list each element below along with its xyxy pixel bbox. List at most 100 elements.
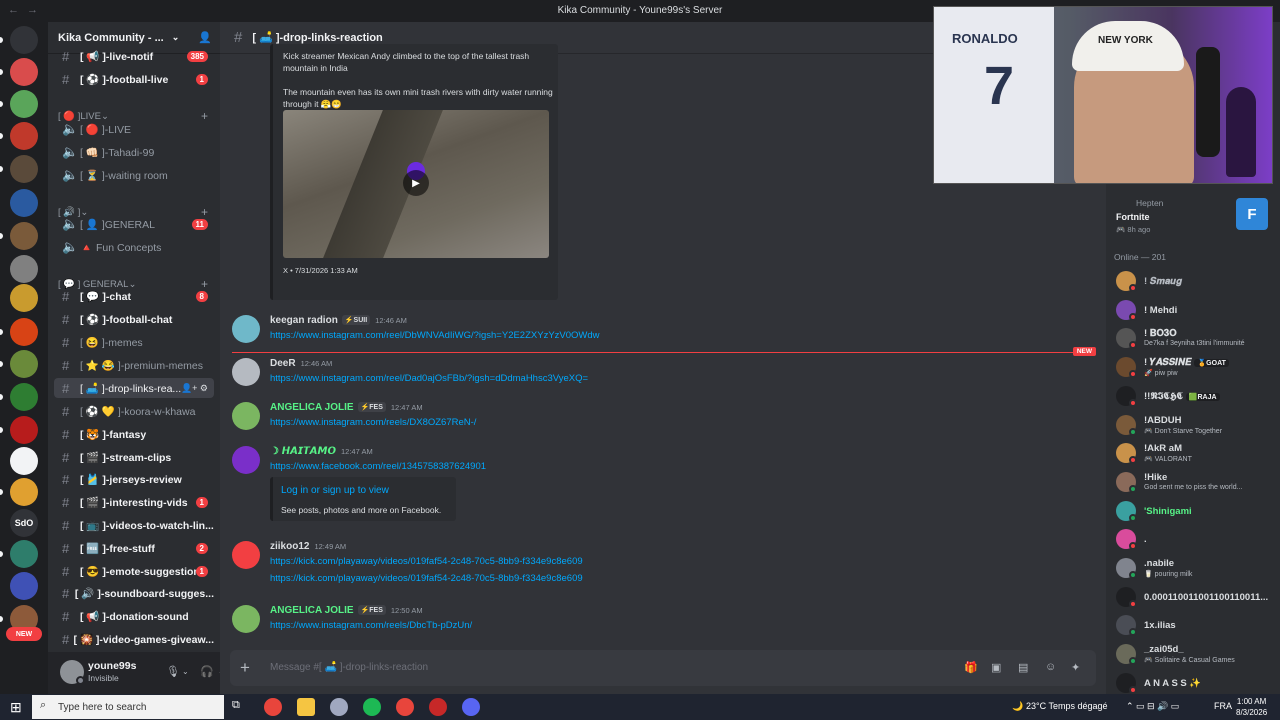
chrome-icon[interactable] [264,698,282,716]
new-servers-badge[interactable]: NEW [6,627,42,641]
apps-icon[interactable]: ✦ [1071,661,1080,674]
text-channel[interactable]: # [ 😆 ]-memes [54,332,214,352]
avatar[interactable] [232,358,260,386]
member-item[interactable]: !ABDUH 🎮 Don't Starve Together [1112,412,1274,438]
avatar[interactable] [232,541,260,569]
server-icon[interactable] [10,416,38,444]
gift-icon[interactable]: 🎁 [964,661,978,674]
message-author[interactable]: ziikoo12 12:49 AM [270,541,346,552]
member-item[interactable]: _zai05d_ 🎮 Solitaire & Casual Games [1112,641,1274,667]
play-icon[interactable]: ▶ [403,170,429,196]
system-tray-icons[interactable]: ⌃ ▭ ⊟ 🔊 ▭ [1126,701,1179,712]
member-item[interactable]: 'Shinigami [1112,498,1274,524]
server-icon[interactable] [10,255,38,283]
windows-start-icon[interactable]: ⊞ [10,699,22,716]
text-channel[interactable]: # [ ⚽ 💛 ]-koora-w-khawa [54,401,214,421]
voice-channel[interactable]: 🔈[ ⏳ ]-waiting room [54,165,214,185]
member-item[interactable]: A N A S S ✨ [1112,670,1274,696]
embed-title[interactable]: Log in or sign up to view [281,485,389,496]
member-item[interactable]: ! 𝑺𝒎𝒂𝒖𝒈 [1112,268,1274,294]
username[interactable]: youne99s [88,660,136,672]
app-icon[interactable] [330,698,348,716]
member-item[interactable]: ! 𝒀𝑨𝑺𝑺𝑰𝑵𝑬 🏅GOAT 🚀 piw piw [1112,354,1274,380]
add-attachment-icon[interactable]: + [240,658,250,678]
text-channel[interactable]: #[ 🎇 ]-video-games-giveaw... [54,629,214,649]
avatar[interactable] [232,402,260,430]
app-icon[interactable] [429,698,447,716]
message-input[interactable]: Message #[ 🛋️ ]-drop-links-reaction [270,662,428,673]
file-explorer-icon[interactable] [297,698,315,716]
message-link[interactable]: https://kick.com/playaway/videos/019faf5… [270,573,583,584]
server-icon[interactable] [10,122,38,150]
chrome-profile-icon[interactable] [396,698,414,716]
channel-settings-icons[interactable]: 👤+ ⚙ [181,383,208,394]
member-item[interactable]: . [1112,526,1274,552]
server-icon[interactable] [10,447,38,475]
member-item[interactable]: !!𝕹𝕴𝕮𝕳𝕮 🟩RAJA [1112,383,1274,409]
avatar[interactable] [232,605,260,633]
message-author[interactable]: ☽ 𝙃𝘼𝙄𝙏𝘼𝙈𝙊 12:47 AM [270,446,373,457]
message-author[interactable]: keegan radion ⚡SUII 12:46 AM [270,315,407,326]
message-link[interactable]: https://www.instagram.com/reel/DbWNVAdIi… [270,330,600,341]
server-icon[interactable] [10,26,38,54]
invite-people-icon[interactable]: 👤 [198,31,212,44]
text-channel[interactable]: # [ 📢 ]-live-notif 385 [54,46,214,66]
chevron-down-icon[interactable]: ⌄ [182,667,189,676]
discord-icon[interactable] [462,698,480,716]
text-channel[interactable]: # [ 😎 ]-emote-suggestion 1 [54,561,214,581]
message-author[interactable]: DeeR 12:46 AM [270,358,332,369]
task-view-icon[interactable]: ⧉ [232,699,240,712]
message-link[interactable]: https://kick.com/playaway/videos/019faf5… [270,556,583,567]
text-channel[interactable]: # [ 🆓 ]-free-stuff 2 [54,538,214,558]
gif-icon[interactable]: ▣ [991,661,1001,674]
member-item[interactable]: 0.000110011001100110011... [1112,584,1274,610]
member-item[interactable]: !Hike God sent me to piss the world... [1112,469,1274,495]
headphones-icon[interactable]: 🎧 [200,665,214,678]
text-channel[interactable]: # [ 📢 ]-donation-sound [54,606,214,626]
message-author[interactable]: ANGELICA JOLIE ⚡FES 12:47 AM [270,402,423,413]
text-channel[interactable]: # [ ⚽ ]-football-chat [54,309,214,329]
member-item[interactable]: 1x.ilias [1112,612,1274,638]
server-icon[interactable] [10,572,38,600]
server-icon[interactable] [10,478,38,506]
text-channel[interactable]: # [ ⚽ ]-football-live 1 [54,69,214,89]
text-channel[interactable]: # [ ⭐ 😂 ]-premium-memes [54,355,214,375]
member-item[interactable]: !AkR aM 🎮 VALORANT [1112,440,1274,466]
text-channel[interactable]: # [ 🔊 ]-soundboard-sugges... [54,583,214,603]
member-item[interactable]: .nabile 🥛 pouring milk [1112,555,1274,581]
text-channel[interactable]: # [ 🎬 ]-stream-clips [54,447,214,467]
message-link[interactable]: https://www.instagram.com/reel/Dad0ajOsF… [270,373,588,384]
text-channel[interactable]: # [ 🎽 ]-jerseys-review [54,469,214,489]
text-channel[interactable]: # [ 📺 ]-videos-to-watch-lin... [54,515,214,535]
server-icon[interactable] [10,318,38,346]
voice-channel[interactable]: 🔈 🔺 Fun Concepts [54,237,214,257]
voice-channel[interactable]: 🔈[ 👤 ]GENERAL 11 [54,214,214,234]
sticker-icon[interactable]: ▤ [1018,661,1028,674]
server-icon[interactable] [10,155,38,183]
member-item[interactable]: ! 𝐁𝐎𝟑𝐎 De7ka f 3eyniha t3tini l'immunité [1112,325,1274,351]
avatar[interactable] [232,446,260,474]
server-icon[interactable] [10,383,38,411]
text-channel[interactable]: # [ 🎬 ]-interesting-vids 1 [54,492,214,512]
message-link[interactable]: https://www.instagram.com/reels/DX8OZ67R… [270,417,476,428]
server-icon[interactable] [10,540,38,568]
taskbar-search[interactable]: ⌕ Type here to search [32,695,224,719]
voice-channel[interactable]: 🔈[ 🔴 ]-LIVE [54,119,214,139]
spotify-icon[interactable] [363,698,381,716]
embed-video[interactable]: ▶ [283,110,549,258]
clock[interactable]: 1:00 AM 8/3/2026 [1236,696,1267,718]
emoji-icon[interactable]: ☺ [1045,661,1056,673]
voice-channel[interactable]: 🔈[ 👊🏻 ]-Tahadi-99 [54,142,214,162]
server-icon[interactable]: SdO [10,509,38,537]
message-composer[interactable]: + Message #[ 🛋️ ]-drop-links-reaction 🎁 … [230,650,1096,686]
server-icon[interactable] [10,189,38,217]
member-item[interactable]: ! Mehdi [1112,297,1274,323]
avatar[interactable] [232,315,260,343]
server-icon[interactable] [10,284,38,312]
server-icon[interactable] [10,90,38,118]
message-link[interactable]: https://www.instagram.com/reels/DbcTb-pD… [270,620,472,631]
microphone-icon[interactable]: 🎙 [166,665,180,678]
text-channel[interactable]: # [ 💬 ]-chat 8 [54,286,214,306]
language-indicator[interactable]: FRA [1214,701,1232,711]
message-link[interactable]: https://www.facebook.com/reel/1345758387… [270,461,486,472]
